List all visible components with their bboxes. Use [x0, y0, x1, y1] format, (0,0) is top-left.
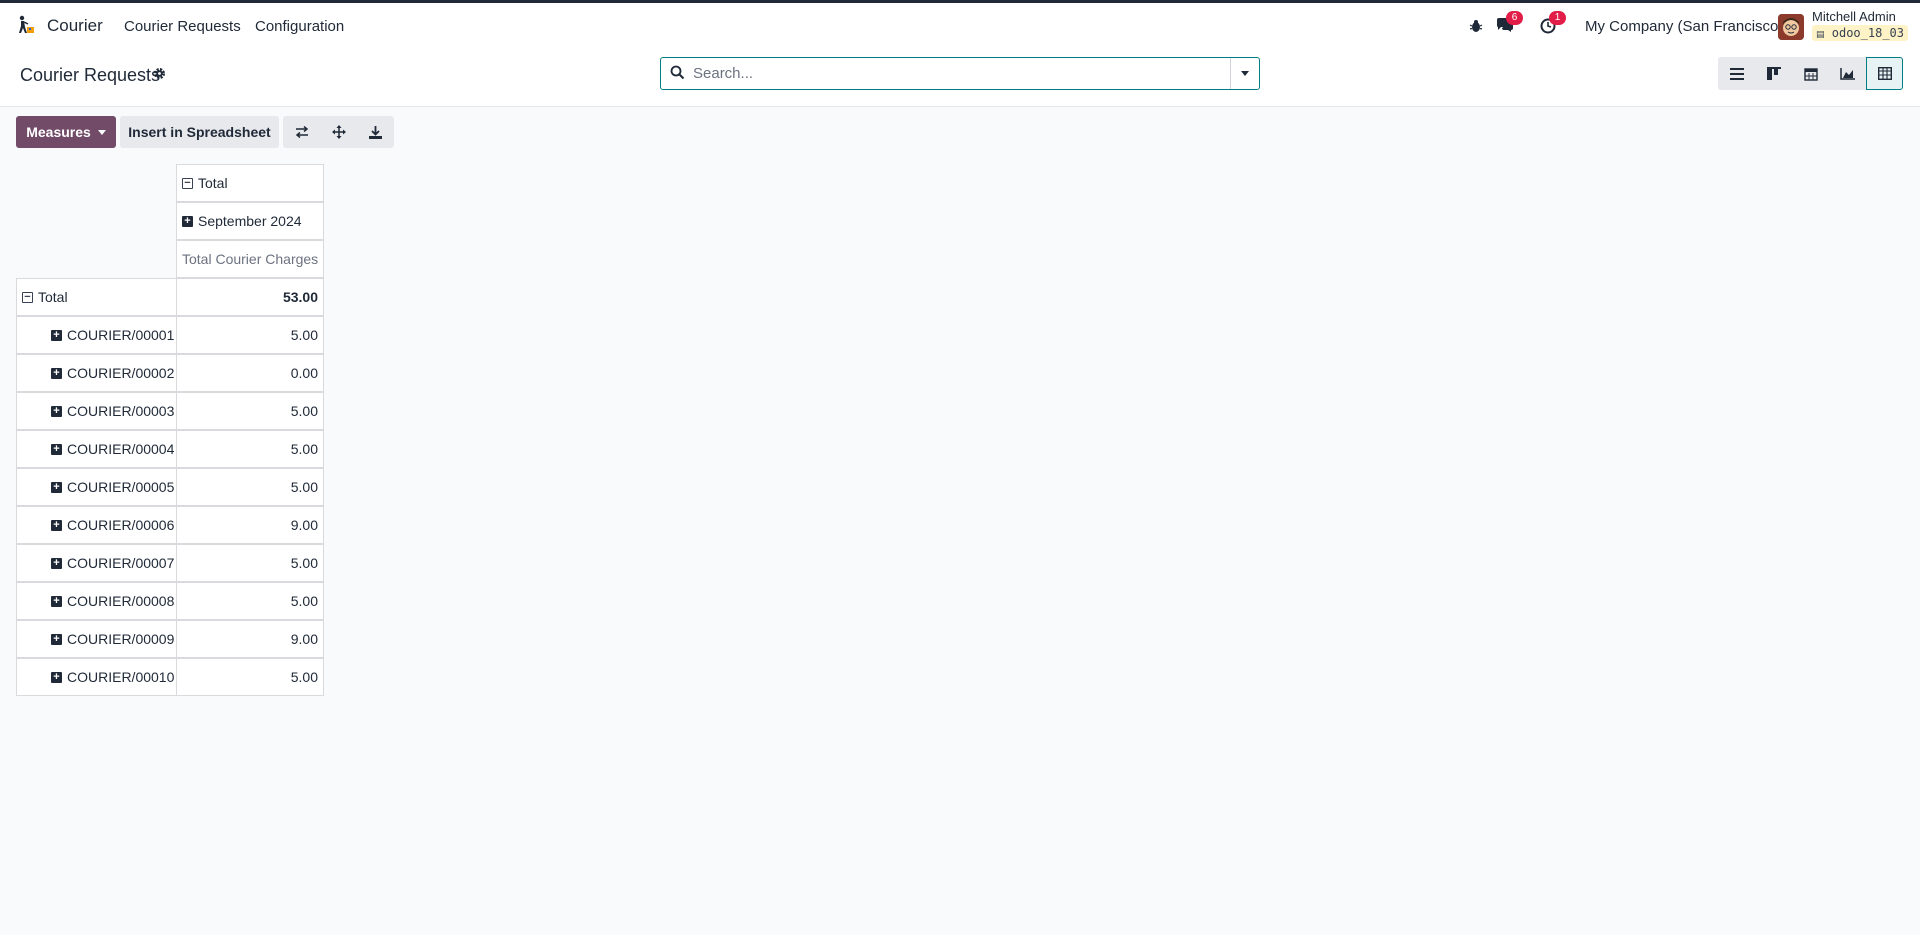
measure-header[interactable]: Total Courier Charges	[176, 240, 324, 278]
database-name: odoo_18_03	[1831, 26, 1904, 40]
row-header-label: COURIER/00002	[67, 365, 175, 381]
row-header-label: COURIER/00003	[67, 403, 175, 419]
row-header-label: COURIER/00001	[67, 327, 175, 343]
expand-all-button[interactable]	[320, 116, 357, 148]
row-header-courier[interactable]: + COURIER/00010	[16, 658, 177, 696]
value-cell[interactable]: 5.00	[176, 468, 324, 506]
row-header-courier[interactable]: + COURIER/00006	[16, 506, 177, 544]
caret-down-icon	[1241, 71, 1249, 76]
expand-plus-icon: +	[51, 519, 62, 531]
gear-icon[interactable]	[153, 67, 166, 84]
view-switcher	[1718, 57, 1903, 90]
database-icon: ▤	[1816, 30, 1825, 40]
row-header-label: COURIER/00008	[67, 593, 175, 609]
row-header-courier[interactable]: + COURIER/00004	[16, 430, 177, 468]
value-cell[interactable]: 5.00	[176, 316, 324, 354]
graph-view-button[interactable]	[1829, 57, 1866, 90]
expand-plus-icon: +	[51, 405, 62, 417]
activities-badge: 1	[1549, 11, 1566, 25]
value-cell[interactable]: 9.00	[176, 620, 324, 658]
list-view-button[interactable]	[1718, 57, 1755, 90]
value-cell[interactable]: 5.00	[176, 430, 324, 468]
menu-courier-requests[interactable]: Courier Requests	[124, 18, 241, 35]
expand-plus-icon: +	[51, 367, 62, 379]
value-cell[interactable]: 5.00	[176, 658, 324, 696]
calendar-icon	[1803, 67, 1818, 81]
value-cell[interactable]: 5.00	[176, 582, 324, 620]
value-cell[interactable]: 5.00	[176, 544, 324, 582]
row-header-courier[interactable]: + COURIER/00003	[16, 392, 177, 430]
search-icon	[670, 65, 685, 84]
col-header-total[interactable]: − Total	[176, 164, 324, 202]
col-header-period[interactable]: + September 2024	[176, 202, 324, 240]
measure-label: Total Courier Charges	[182, 251, 319, 267]
row-header-courier[interactable]: + COURIER/00001	[16, 316, 177, 354]
pivot-actions-group	[283, 116, 394, 148]
page-title: Courier Requests	[20, 65, 161, 85]
caret-down-icon	[97, 129, 106, 135]
pivot-view-button[interactable]	[1866, 57, 1903, 90]
row-header-total[interactable]: − Total	[16, 278, 177, 316]
insert-in-spreadsheet-button[interactable]: Insert in Spreadsheet	[120, 116, 279, 148]
messages-badge: 6	[1506, 11, 1523, 25]
row-header-label: COURIER/00006	[67, 517, 175, 533]
user-name[interactable]: Mitchell Admin	[1812, 9, 1896, 24]
app-name[interactable]: Courier	[47, 16, 103, 36]
courier-app-icon[interactable]	[17, 15, 35, 35]
download-button[interactable]	[357, 116, 394, 148]
row-header-label: COURIER/00005	[67, 479, 175, 495]
table-icon	[1877, 67, 1892, 80]
col-header-total-label: Total	[198, 175, 228, 191]
expand-all-icon	[331, 125, 346, 139]
search-bar	[660, 57, 1260, 90]
row-header-courier[interactable]: + COURIER/00007	[16, 544, 177, 582]
area-chart-icon	[1840, 67, 1855, 80]
activities-clock-icon[interactable]: 1	[1537, 11, 1566, 37]
top-navbar: Courier Courier Requests Configuration 6…	[0, 3, 1920, 49]
flip-axis-button[interactable]	[283, 116, 320, 148]
collapse-minus-icon: −	[182, 177, 193, 189]
row-header-courier[interactable]: + COURIER/00002	[16, 354, 177, 392]
row-header-label: COURIER/00007	[67, 555, 175, 571]
expand-plus-icon: +	[51, 671, 62, 683]
row-header-courier[interactable]: + COURIER/00008	[16, 582, 177, 620]
expand-plus-icon: +	[182, 215, 193, 227]
value-cell[interactable]: 9.00	[176, 506, 324, 544]
collapse-minus-icon: −	[22, 291, 33, 303]
control-panel: Courier Requests	[0, 49, 1920, 107]
search-options-toggle[interactable]	[1230, 58, 1259, 89]
expand-plus-icon: +	[51, 329, 62, 341]
col-header-period-label: September 2024	[198, 213, 302, 229]
row-header-total-label: Total	[38, 289, 68, 305]
value-cell[interactable]: 0.00	[176, 354, 324, 392]
row-header-courier[interactable]: + COURIER/00009	[16, 620, 177, 658]
debug-bug-icon[interactable]	[1465, 15, 1487, 37]
expand-plus-icon: +	[51, 443, 62, 455]
measures-button[interactable]: Measures	[16, 116, 116, 148]
expand-plus-icon: +	[51, 481, 62, 493]
user-avatar[interactable]	[1778, 14, 1804, 40]
measures-label: Measures	[26, 124, 91, 140]
expand-plus-icon: +	[51, 633, 62, 645]
company-switcher[interactable]: My Company (San Francisco)	[1585, 18, 1783, 35]
row-header-label: COURIER/00009	[67, 631, 175, 647]
calendar-view-button[interactable]	[1792, 57, 1829, 90]
kanban-view-button[interactable]	[1755, 57, 1792, 90]
total-value-cell[interactable]: 53.00	[176, 278, 324, 316]
row-header-label: COURIER/00010	[67, 669, 175, 685]
flip-axis-icon	[295, 126, 308, 138]
search-input[interactable]	[693, 58, 1218, 89]
expand-plus-icon: +	[51, 557, 62, 569]
row-header-label: COURIER/00004	[67, 441, 175, 457]
list-icon	[1729, 67, 1744, 80]
value-cell[interactable]: 5.00	[176, 392, 324, 430]
download-icon	[369, 125, 382, 139]
database-tag: ▤ odoo_18_03	[1812, 25, 1908, 41]
expand-plus-icon: +	[51, 595, 62, 607]
kanban-icon	[1766, 67, 1781, 80]
row-header-courier[interactable]: + COURIER/00005	[16, 468, 177, 506]
messages-icon[interactable]: 6	[1494, 11, 1523, 37]
menu-configuration[interactable]: Configuration	[255, 18, 344, 35]
